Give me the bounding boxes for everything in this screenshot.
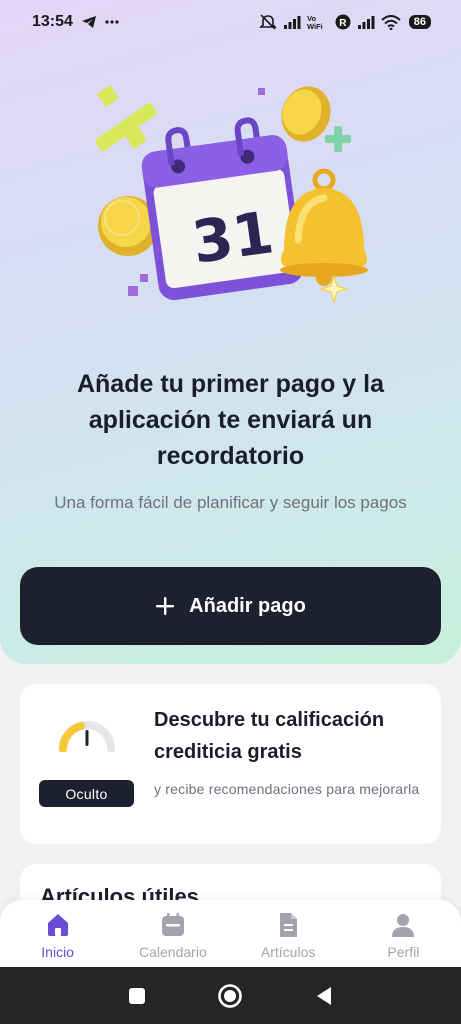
plus-sparkle-icon <box>325 126 351 152</box>
back-button[interactable] <box>310 982 338 1010</box>
plus-icon <box>156 597 175 615</box>
battery-indicator: 86 <box>408 15 431 29</box>
telegram-icon <box>81 16 96 28</box>
calendar-icon <box>161 913 184 936</box>
home-icon <box>47 914 68 936</box>
wifi-icon <box>381 14 401 30</box>
calendar-illustration: 31 <box>95 85 368 305</box>
svg-text:R: R <box>339 18 347 29</box>
system-navigation-bar <box>0 967 461 1024</box>
signal-icon-2 <box>357 16 375 29</box>
mute-icon <box>258 14 277 30</box>
nav-label-perfil: Perfil <box>387 944 420 960</box>
calendar-icon-large: 31 <box>141 117 304 301</box>
nav-item-calendario[interactable]: Calendario <box>123 912 223 960</box>
credit-card-subtitle: y recibe recomendaciones para mejorarla <box>154 781 420 797</box>
person-icon <box>392 914 415 937</box>
nav-label-articulos: Artículos <box>260 944 316 960</box>
credit-card-title: Descubre tu calificación crediticia grat… <box>154 709 385 763</box>
more-dots-icon <box>105 20 119 24</box>
empty-state-subline: Una forma fácil de planificar y seguir l… <box>54 493 407 512</box>
credit-score-card[interactable]: Oculto Descubre tu calificación creditic… <box>20 684 441 844</box>
add-payment-label: Añadir pago <box>189 594 306 617</box>
roaming-icon: R <box>335 14 351 30</box>
percent-icon <box>95 85 157 152</box>
nav-item-perfil[interactable]: Perfil <box>353 912 453 960</box>
svg-text:WiFi: WiFi <box>307 22 323 30</box>
bottom-navigation: Inicio Calendario Artículos Perfil <box>0 900 461 967</box>
document-icon <box>280 913 298 937</box>
square-icon <box>128 987 145 1004</box>
back-triangle-icon <box>317 986 332 1005</box>
add-payment-button[interactable]: Añadir pago <box>20 567 441 645</box>
hero-section: 13:54 Vo WiFi R 86 31 Añade tu primer pa… <box>0 0 461 664</box>
vowifi-icon: VoWiFi <box>307 14 323 30</box>
calendar-day: 31 <box>188 198 277 277</box>
home-button[interactable] <box>216 982 244 1010</box>
recents-button[interactable] <box>123 982 151 1010</box>
status-right: Vo WiFi R 86 <box>258 14 431 30</box>
nav-item-articulos[interactable]: Artículos <box>238 912 338 960</box>
signal-icon <box>283 16 301 29</box>
status-time: 13:54 <box>32 13 73 30</box>
nav-label-inicio: Inicio <box>41 944 74 960</box>
empty-state-headline: Añade tu primer pago y la aplicación te … <box>76 370 384 470</box>
status-bar: 13:54 Vo WiFi R 86 <box>0 0 461 44</box>
nav-label-calendario: Calendario <box>139 944 207 960</box>
circle-icon <box>218 983 243 1008</box>
nav-item-inicio[interactable]: Inicio <box>8 912 108 960</box>
bell-icon <box>280 168 368 286</box>
gauge-icon <box>59 721 115 752</box>
status-left: 13:54 <box>32 13 119 31</box>
score-hidden-badge: Oculto <box>39 780 134 807</box>
